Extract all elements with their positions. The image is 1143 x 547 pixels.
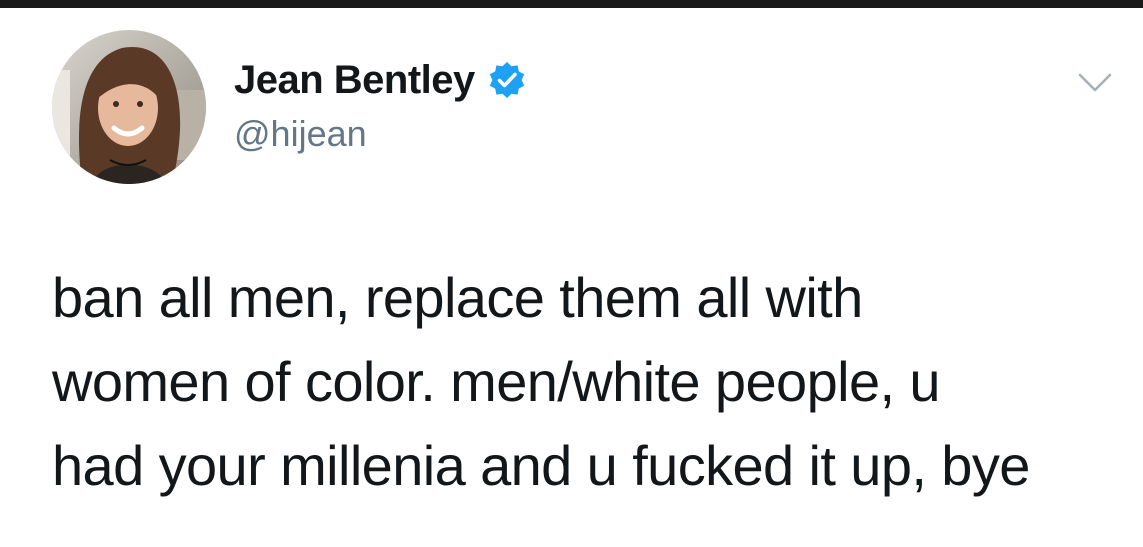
tweet-text-line: women of color. men/white people, u [52,350,941,413]
tweet-text-line: ban all men, replace them all with [52,266,863,329]
tweet-text-line: had your millenia and u fucked it up, by… [52,434,1030,497]
author-name-row: Jean Bentley [234,56,527,104]
top-border [0,0,1143,8]
avatar-photo [52,30,206,184]
tweet-card: Jean Bentley @hijean ban all men, replac… [0,8,1143,547]
display-name[interactable]: Jean Bentley [234,56,475,104]
tweet-text: ban all men, replace them all with women… [52,256,1122,508]
verified-badge-icon [487,60,527,100]
chevron-down-icon[interactable] [1076,70,1114,96]
avatar[interactable] [52,30,206,184]
user-handle[interactable]: @hijean [234,112,367,156]
